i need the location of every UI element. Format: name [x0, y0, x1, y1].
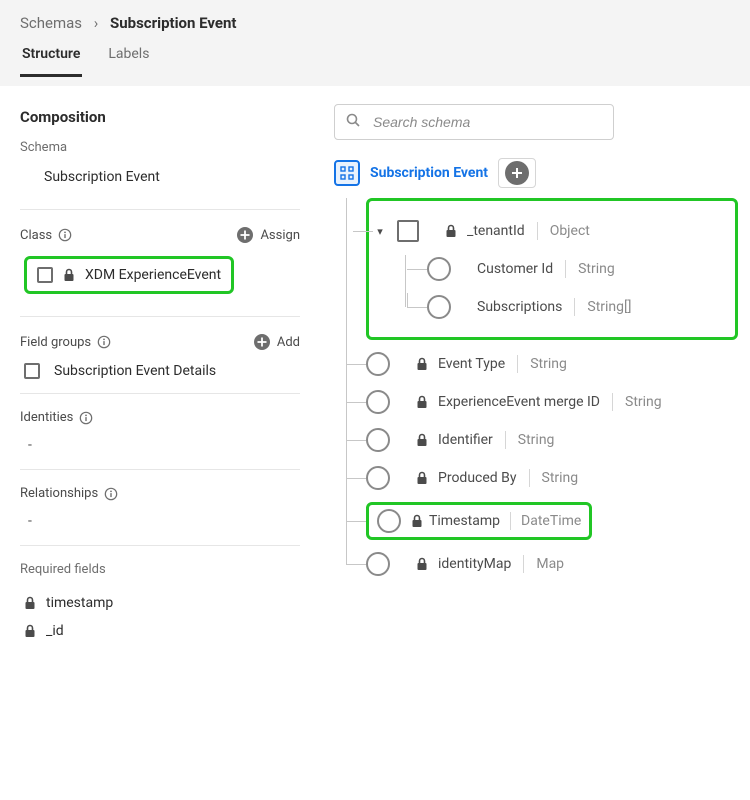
timestamp-highlight: Timestamp DateTime	[366, 502, 592, 540]
tenant-highlight: ▾ _tenantId Object	[366, 198, 738, 340]
field-type: String	[578, 261, 615, 277]
field-circle-icon	[366, 466, 390, 490]
lock-icon	[416, 433, 428, 447]
field-name: Subscriptions	[477, 299, 562, 315]
search-input[interactable]	[371, 113, 603, 131]
info-icon[interactable]	[104, 487, 118, 501]
field-name: Identifier	[438, 432, 493, 448]
required-label: Required fields	[20, 562, 300, 577]
divider	[20, 209, 300, 210]
lock-icon	[411, 514, 423, 528]
add-fieldgroup-button[interactable]: Add	[253, 333, 300, 351]
lock-icon	[416, 471, 428, 485]
tree-node-produced-by[interactable]: Produced By String	[366, 464, 738, 492]
field-type: String	[625, 394, 662, 410]
chevron-right-icon: ›	[94, 14, 99, 32]
divider	[20, 393, 300, 394]
checkbox-icon[interactable]	[24, 363, 40, 379]
field-name: Produced By	[438, 470, 517, 486]
relationships-value: -	[20, 511, 300, 537]
field-circle-icon	[366, 352, 390, 376]
chevron-down-icon[interactable]: ▾	[373, 225, 387, 238]
lock-icon	[63, 268, 75, 282]
identities-label: Identities	[20, 410, 73, 425]
field-circle-icon	[366, 428, 390, 452]
class-name: XDM ExperienceEvent	[85, 267, 221, 283]
add-field-button[interactable]	[505, 161, 529, 185]
field-type: String	[530, 356, 567, 372]
schema-name[interactable]: Subscription Event	[20, 165, 300, 201]
class-xdm-experienceevent[interactable]: XDM ExperienceEvent	[24, 256, 234, 294]
field-name: Timestamp	[429, 513, 500, 529]
composition-title: Composition	[20, 108, 300, 126]
field-circle-icon	[377, 509, 401, 533]
field-circle-icon	[427, 295, 451, 319]
lock-icon	[416, 357, 428, 371]
schema-root[interactable]: Subscription Event	[370, 165, 488, 181]
field-name: _tenantId	[467, 223, 525, 239]
object-icon	[397, 220, 419, 242]
relationships-label: Relationships	[20, 486, 98, 501]
tree-node-tenantid[interactable]: ▾ _tenantId Object	[373, 217, 727, 245]
info-icon[interactable]	[97, 335, 111, 349]
tree-node-merge-id[interactable]: ExperienceEvent merge ID String	[366, 388, 738, 416]
breadcrumb: Schemas › Subscription Event	[20, 14, 730, 32]
tabs: Structure Labels	[20, 46, 730, 77]
tab-labels[interactable]: Labels	[106, 46, 151, 77]
field-name: Customer Id	[477, 261, 553, 277]
assign-button[interactable]: Assign	[236, 226, 300, 244]
identities-value: -	[20, 435, 300, 461]
lock-icon	[24, 596, 36, 610]
field-circle-icon	[366, 552, 390, 576]
divider	[20, 469, 300, 470]
field-type: DateTime	[521, 513, 581, 529]
tree-node-event-type[interactable]: Event Type String	[366, 350, 738, 378]
field-name: Event Type	[438, 356, 505, 372]
field-type: String	[518, 432, 555, 448]
fieldgroup-name: Subscription Event Details	[54, 363, 216, 379]
field-circle-icon	[427, 257, 451, 281]
divider	[20, 545, 300, 546]
search-input-wrap[interactable]	[334, 104, 614, 140]
field-name: ExperienceEvent merge ID	[438, 394, 600, 410]
field-type: String	[542, 470, 579, 486]
lock-icon	[416, 557, 428, 571]
lock-icon	[445, 224, 457, 238]
tree-node-customer-id[interactable]: Customer Id String	[427, 255, 727, 283]
schema-label: Schema	[20, 140, 300, 155]
fieldgroup-item[interactable]: Subscription Event Details	[20, 361, 300, 385]
tab-structure[interactable]: Structure	[20, 46, 82, 77]
field-type: Map	[536, 556, 564, 572]
tree-node-identitymap[interactable]: identityMap Map	[366, 550, 738, 578]
lock-icon	[24, 624, 36, 638]
required-field-timestamp: timestamp	[20, 589, 300, 617]
search-icon	[345, 112, 361, 132]
field-name: identityMap	[438, 556, 511, 572]
field-type: String[]	[587, 299, 631, 315]
lock-icon	[416, 395, 428, 409]
breadcrumb-current: Subscription Event	[110, 14, 236, 32]
divider	[20, 316, 300, 317]
tree-node-timestamp[interactable]: Timestamp DateTime	[366, 502, 738, 540]
info-icon[interactable]	[58, 228, 72, 242]
tree-node-subscriptions[interactable]: Subscriptions String[]	[427, 293, 727, 321]
info-icon[interactable]	[79, 411, 93, 425]
class-label: Class	[20, 228, 52, 243]
checkbox-icon[interactable]	[37, 267, 53, 283]
required-field-id: _id	[20, 617, 300, 645]
tree-node-identifier[interactable]: Identifier String	[366, 426, 738, 454]
fieldgroups-label: Field groups	[20, 335, 91, 350]
field-circle-icon	[366, 390, 390, 414]
field-type: Object	[550, 223, 590, 239]
breadcrumb-parent[interactable]: Schemas	[20, 14, 82, 32]
schema-icon	[334, 160, 360, 186]
